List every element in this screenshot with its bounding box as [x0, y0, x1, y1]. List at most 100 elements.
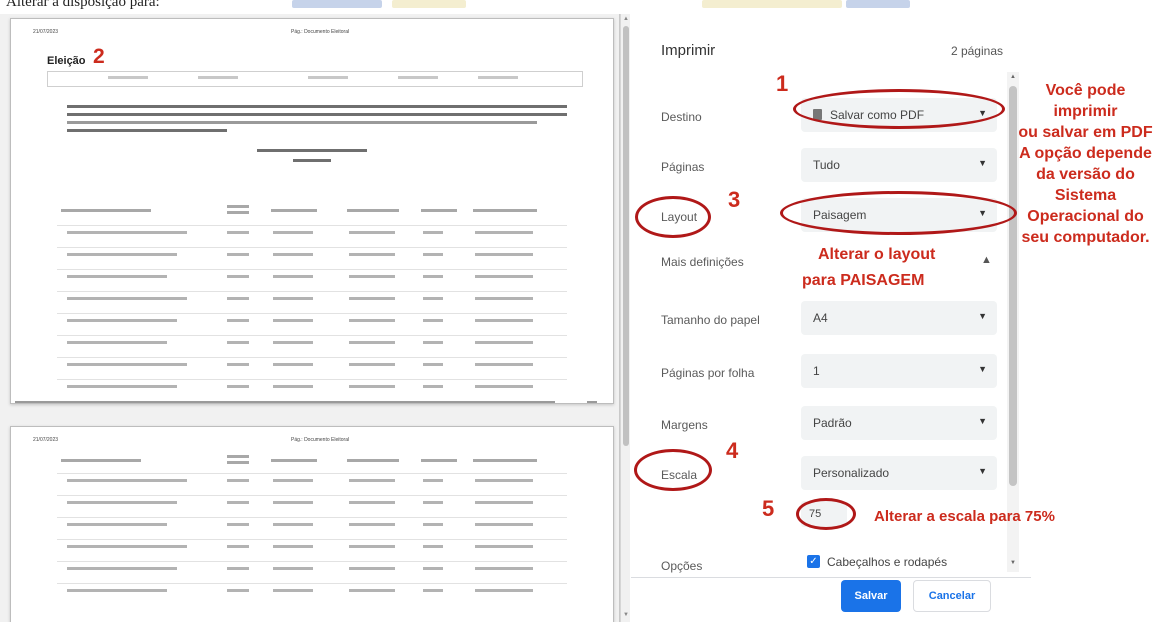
cancel-button[interactable]: Cancelar	[913, 580, 991, 612]
save-button[interactable]: Salvar	[841, 580, 901, 612]
table-cell	[273, 275, 313, 278]
table-cell	[423, 363, 443, 366]
table-cell	[349, 275, 395, 278]
table-header	[227, 461, 249, 464]
table-cell	[273, 363, 313, 366]
table-header	[473, 209, 537, 212]
table-cell	[227, 253, 249, 256]
table-cell	[475, 341, 533, 344]
print-preview-pane[interactable]: 21/07/2023 Pág.: Documento Eleitoral Ele…	[0, 14, 620, 622]
scroll-up-icon[interactable]: ▲	[623, 16, 629, 22]
annotation-oval-scale-input	[796, 498, 856, 530]
destination-label: Destino	[661, 110, 702, 124]
table-cell	[423, 275, 443, 278]
table-cell	[423, 479, 443, 482]
side-note-line: Sistema	[1054, 187, 1117, 204]
table-header	[227, 211, 249, 214]
table-row-divider	[57, 247, 567, 248]
table-cell	[227, 523, 249, 526]
side-note-line: seu computador.	[1021, 229, 1150, 246]
table-cell	[67, 341, 167, 344]
chevron-down-icon: ▼	[978, 364, 987, 374]
table-cell	[475, 319, 533, 322]
side-note-line: da versão do	[1036, 166, 1135, 183]
table-row-divider	[57, 335, 567, 336]
table-row-divider	[57, 517, 567, 518]
table-row-divider	[57, 291, 567, 292]
table-cell	[273, 341, 313, 344]
table-cell	[349, 253, 395, 256]
page-header-left: 21/07/2023	[33, 29, 59, 35]
scrollbar-thumb[interactable]	[623, 26, 629, 446]
text-line	[257, 149, 367, 152]
more-settings-label[interactable]: Mais definições	[661, 255, 744, 269]
table-cell	[349, 231, 395, 234]
preview-page-1: 21/07/2023 Pág.: Documento Eleitoral Ele…	[10, 18, 614, 404]
chevron-up-icon[interactable]: ▲	[981, 254, 992, 266]
annotation-number-5: 5	[762, 496, 775, 521]
page-header-center: Pág.: Documento Eleitoral	[291, 29, 350, 35]
table-cell	[227, 363, 249, 366]
headers-footers-label[interactable]: Cabeçalhos e rodapés	[827, 555, 947, 569]
table-cell	[67, 589, 167, 592]
preview-page-2: 21/07/2023 Pág.: Documento Eleitoral	[10, 426, 614, 622]
pages-per-sheet-select[interactable]: 1 ▼	[801, 354, 997, 388]
table-cell	[475, 523, 533, 526]
table-header	[227, 455, 249, 458]
table-cell	[475, 501, 533, 504]
table-header	[347, 459, 399, 462]
table-cell	[67, 231, 187, 234]
table-cell	[227, 385, 249, 388]
highlight-mark	[846, 0, 910, 8]
table-row-divider	[57, 561, 567, 562]
scroll-down-icon[interactable]: ▼	[623, 612, 629, 618]
table-cell	[475, 567, 533, 570]
table-cell	[227, 545, 249, 548]
page-header-left: 21/07/2023	[33, 437, 59, 443]
table-header	[227, 205, 249, 208]
table-cell	[227, 319, 249, 322]
table-cell	[273, 297, 313, 300]
pages-select[interactable]: Tudo ▼	[801, 148, 997, 182]
scale-select[interactable]: Personalizado ▼	[801, 456, 997, 490]
paper-size-select[interactable]: A4 ▼	[801, 301, 997, 335]
annotation-oval-layout	[780, 191, 1017, 235]
footer-divider	[631, 577, 1031, 578]
side-note-line: ou salvar em PDF	[1018, 124, 1153, 141]
page-header-center: Pág.: Documento Eleitoral	[291, 437, 350, 443]
table-cell	[423, 253, 443, 256]
text-line	[67, 129, 227, 132]
layout-note-line-1: Alterar o layout	[818, 246, 936, 263]
table-cell	[67, 275, 167, 278]
margins-label: Margens	[661, 418, 708, 432]
table-cell	[67, 319, 177, 322]
table-cell	[423, 385, 443, 388]
preview-tabs-strip	[47, 71, 583, 87]
table-header	[61, 209, 151, 212]
table-cell	[273, 479, 313, 482]
page-count: 2 páginas	[950, 44, 1003, 58]
table-cell	[67, 523, 167, 526]
page-heading: Eleição	[47, 55, 86, 67]
side-note-line: Você pode	[1045, 82, 1126, 99]
scroll-down-icon[interactable]: ▼	[1010, 560, 1016, 566]
checkbox-checked-icon[interactable]: ✓	[807, 555, 820, 568]
page-footer	[11, 399, 613, 403]
panel-title: Imprimir	[661, 42, 716, 59]
table-header	[271, 459, 317, 462]
preview-scrollbar[interactable]: ▲ ▼	[620, 14, 630, 622]
annotation-number-3: 3	[728, 187, 741, 212]
chevron-down-icon: ▼	[978, 466, 987, 476]
table-cell	[423, 297, 443, 300]
table-header	[421, 209, 457, 212]
side-note-line: Operacional do	[1027, 208, 1144, 225]
table-cell	[67, 297, 187, 300]
table-cell	[349, 363, 395, 366]
table-cell	[349, 567, 395, 570]
margins-select[interactable]: Padrão ▼	[801, 406, 997, 440]
table-cell	[423, 589, 443, 592]
table-header	[473, 459, 537, 462]
table-cell	[273, 501, 313, 504]
table-cell	[475, 231, 533, 234]
table-cell	[475, 253, 533, 256]
